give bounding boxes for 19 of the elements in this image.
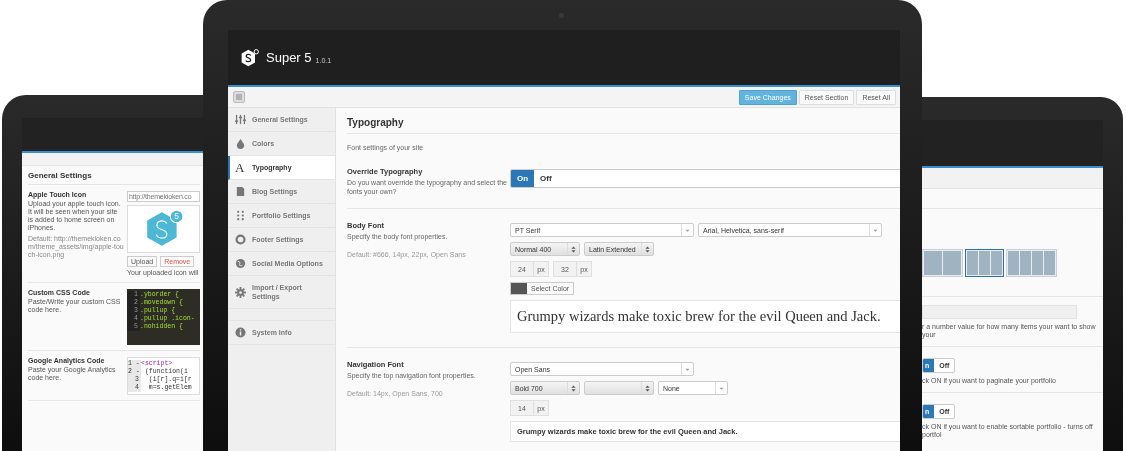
section-title: General Settings	[28, 166, 200, 185]
sidebar-icon	[235, 286, 246, 298]
on-toggle[interactable]: On	[511, 170, 535, 187]
sidebar-icon	[235, 186, 246, 197]
select-field[interactable]	[584, 381, 654, 395]
app-title: Super 5	[266, 50, 312, 65]
sidebar-icon	[235, 327, 246, 338]
layout-toggle-icon[interactable]	[233, 91, 245, 103]
page-title: Typography	[347, 108, 900, 134]
off-toggle[interactable]: Off	[534, 170, 558, 187]
sidebar-icon	[235, 114, 246, 125]
logo-icon	[240, 47, 260, 68]
sidebar-icon	[235, 258, 246, 269]
sidebar-icon	[235, 234, 246, 245]
sidebar-icon	[235, 138, 246, 149]
layout-option[interactable]	[965, 249, 1004, 277]
sidebar-icon	[235, 210, 246, 221]
number-field[interactable]	[922, 305, 1077, 319]
font-preview: Grumpy wizards make toxic brew for the evil Queen and Jack.	[510, 300, 900, 333]
